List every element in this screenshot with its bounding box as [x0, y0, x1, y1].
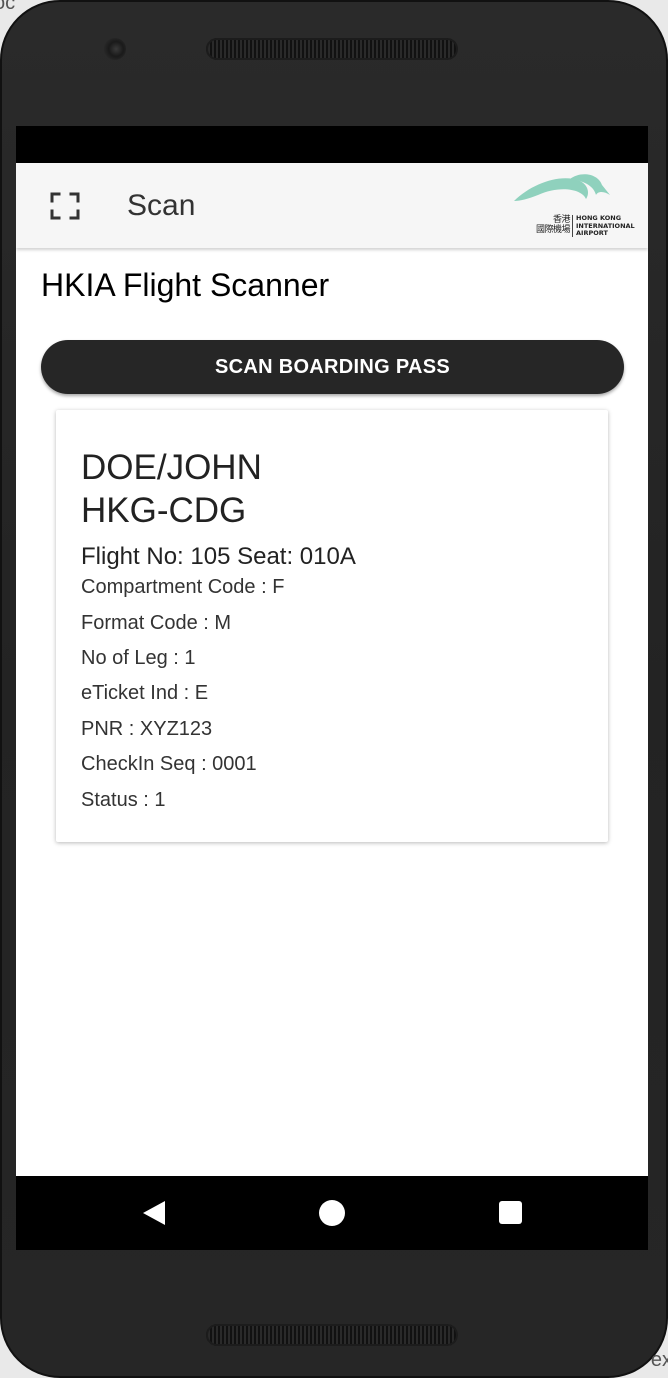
front-camera	[104, 38, 126, 60]
detail-format-code: Format Code : M	[81, 612, 232, 634]
bottom-speaker-grille	[206, 1324, 458, 1346]
boarding-pass-card: DOE/JOHN HKG-CDG Flight No: 105 Seat: 01…	[56, 410, 608, 842]
detail-checkin-seq: CheckIn Seq : 0001	[81, 753, 257, 775]
top-speaker-grille	[206, 38, 458, 60]
status-bar	[16, 126, 648, 163]
logo-english-text: HONG KONG INTERNATIONAL AIRPORT	[576, 214, 635, 237]
logo-chinese-text: 香港 國際機場	[535, 215, 571, 235]
recents-square-icon[interactable]	[499, 1201, 522, 1224]
detail-status: Status : 1	[81, 789, 166, 811]
background-text-bottom-right: ex	[650, 1349, 668, 1371]
hkia-logo: 香港 國際機場 HONG KONG INTERNATIONAL AIRPORT	[514, 173, 638, 241]
detail-eticket-ind: eTicket Ind : E	[81, 682, 209, 704]
passenger-name: DOE/JOHN	[81, 448, 262, 487]
scan-frame-icon[interactable]	[50, 192, 80, 220]
logo-divider	[572, 215, 573, 237]
phone-frame: Scan 香港 國際機場 HONG KONG INTERNATIONAL AIR…	[0, 0, 668, 1378]
home-circle-icon[interactable]	[319, 1200, 345, 1226]
flight-seat-line: Flight No: 105 Seat: 010A	[81, 543, 356, 570]
flight-route: HKG-CDG	[81, 491, 247, 530]
app-bar: Scan 香港 國際機場 HONG KONG INTERNATIONAL AIR…	[16, 163, 648, 248]
background-text-top-left: oc	[0, 0, 16, 14]
back-triangle-icon[interactable]	[142, 1200, 166, 1231]
device-screen: Scan 香港 國際機場 HONG KONG INTERNATIONAL AIR…	[16, 126, 648, 1250]
detail-compartment-code: Compartment Code : F	[81, 576, 285, 598]
app-bar-title: Scan	[127, 189, 196, 222]
navigation-bar	[16, 1176, 648, 1250]
page-heading: HKIA Flight Scanner	[41, 267, 330, 303]
detail-no-of-leg: No of Leg : 1	[81, 647, 196, 669]
detail-pnr: PNR : XYZ123	[81, 718, 213, 740]
scan-boarding-pass-button[interactable]: SCAN BOARDING PASS	[41, 340, 624, 394]
